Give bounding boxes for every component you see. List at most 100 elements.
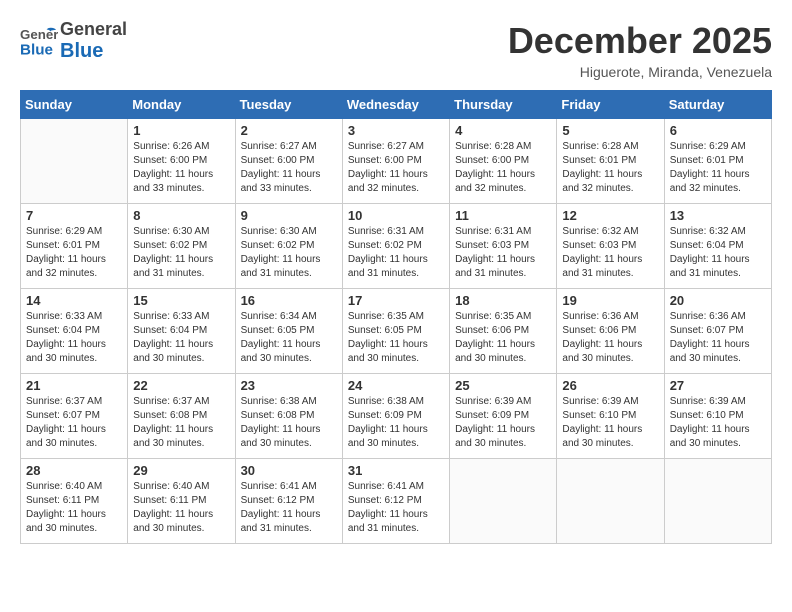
day-number: 26	[562, 378, 658, 393]
calendar-cell: 6 Sunrise: 6:29 AMSunset: 6:01 PMDaylight…	[664, 119, 771, 204]
day-number: 3	[348, 123, 444, 138]
day-info: Sunrise: 6:39 AMSunset: 6:10 PMDaylight:…	[562, 395, 658, 451]
calendar-cell: 16Sunrise: 6:34 AMSunset: 6:05 PMDayligh…	[235, 289, 342, 374]
calendar-cell: 19 Sunrise: 6:36 AMSunset: 6:06 PMDayligh…	[557, 289, 664, 374]
day-info: Sunrise: 6:36 AMSunset: 6:06 PMDaylight:…	[562, 310, 658, 366]
calendar-cell: 1 Sunrise: 6:26 AMSunset: 6:00 PMDaylight…	[128, 119, 235, 204]
calendar-cell: 31 Sunrise: 6:41 AMSunset: 6:12 PMDayligh…	[342, 459, 449, 544]
calendar-cell: 5 Sunrise: 6:28 AMSunset: 6:01 PMDaylight…	[557, 119, 664, 204]
calendar-cell	[557, 459, 664, 544]
day-of-week-header: Friday	[557, 91, 664, 119]
location-text: Higuerote, Miranda, Venezuela	[508, 64, 772, 80]
calendar-week-row: 7 Sunrise: 6:29 AMSunset: 6:01 PMDaylight…	[21, 204, 772, 289]
day-number: 11	[455, 208, 551, 223]
day-number: 30	[241, 463, 337, 478]
day-info: Sunrise: 6:36 AMSunset: 6:07 PMDaylight:…	[670, 310, 766, 366]
day-info: Sunrise: 6:26 AMSunset: 6:00 PMDaylight:…	[133, 140, 229, 196]
calendar-cell: 11 Sunrise: 6:31 AMSunset: 6:03 PMDayligh…	[450, 204, 557, 289]
day-info: Sunrise: 6:37 AMSunset: 6:08 PMDaylight:…	[133, 395, 229, 451]
day-info: Sunrise: 6:29 AMSunset: 6:01 PMDaylight:…	[670, 140, 766, 196]
calendar-cell: 28Sunrise: 6:40 AMSunset: 6:11 PMDayligh…	[21, 459, 128, 544]
calendar-cell: 26 Sunrise: 6:39 AMSunset: 6:10 PMDayligh…	[557, 374, 664, 459]
calendar-cell: 21Sunrise: 6:37 AMSunset: 6:07 PMDayligh…	[21, 374, 128, 459]
calendar-cell: 10Sunrise: 6:31 AMSunset: 6:02 PMDayligh…	[342, 204, 449, 289]
day-info: Sunrise: 6:32 AMSunset: 6:03 PMDaylight:…	[562, 225, 658, 281]
day-number: 10	[348, 208, 444, 223]
logo-blue-text: Blue	[60, 40, 127, 62]
day-number: 2	[241, 123, 337, 138]
calendar-cell: 25Sunrise: 6:39 AMSunset: 6:09 PMDayligh…	[450, 374, 557, 459]
day-of-week-header: Monday	[128, 91, 235, 119]
day-number: 29	[133, 463, 229, 478]
day-number: 19	[562, 293, 658, 308]
day-info: Sunrise: 6:31 AMSunset: 6:03 PMDaylight:…	[455, 225, 551, 281]
calendar-cell	[450, 459, 557, 544]
calendar-week-row: 1 Sunrise: 6:26 AMSunset: 6:00 PMDaylight…	[21, 119, 772, 204]
day-info: Sunrise: 6:33 AMSunset: 6:04 PMDaylight:…	[26, 310, 122, 366]
day-of-week-header: Thursday	[450, 91, 557, 119]
calendar-week-row: 14 Sunrise: 6:33 AMSunset: 6:04 PMDayligh…	[21, 289, 772, 374]
calendar-cell: 22Sunrise: 6:37 AMSunset: 6:08 PMDayligh…	[128, 374, 235, 459]
day-number: 7	[26, 208, 122, 223]
calendar-cell: 9 Sunrise: 6:30 AMSunset: 6:02 PMDaylight…	[235, 204, 342, 289]
day-number: 28	[26, 463, 122, 478]
day-number: 14	[26, 293, 122, 308]
page-header: General Blue General Blue December 2025 …	[20, 20, 772, 80]
day-info: Sunrise: 6:30 AMSunset: 6:02 PMDaylight:…	[241, 225, 337, 281]
calendar-body: 1 Sunrise: 6:26 AMSunset: 6:00 PMDaylight…	[21, 119, 772, 544]
days-of-week-row: SundayMondayTuesdayWednesdayThursdayFrid…	[21, 91, 772, 119]
calendar-cell: 18Sunrise: 6:35 AMSunset: 6:06 PMDayligh…	[450, 289, 557, 374]
calendar-cell: 29 Sunrise: 6:40 AMSunset: 6:11 PMDayligh…	[128, 459, 235, 544]
logo-icon: General Blue	[20, 22, 58, 60]
calendar-cell: 4Sunrise: 6:28 AMSunset: 6:00 PMDaylight…	[450, 119, 557, 204]
day-info: Sunrise: 6:35 AMSunset: 6:05 PMDaylight:…	[348, 310, 444, 366]
calendar-week-row: 21Sunrise: 6:37 AMSunset: 6:07 PMDayligh…	[21, 374, 772, 459]
month-title: December 2025	[508, 20, 772, 62]
calendar-cell: 17 Sunrise: 6:35 AMSunset: 6:05 PMDayligh…	[342, 289, 449, 374]
day-number: 17	[348, 293, 444, 308]
day-info: Sunrise: 6:38 AMSunset: 6:08 PMDaylight:…	[241, 395, 337, 451]
day-info: Sunrise: 6:30 AMSunset: 6:02 PMDaylight:…	[133, 225, 229, 281]
calendar-table: SundayMondayTuesdayWednesdayThursdayFrid…	[20, 90, 772, 544]
day-number: 12	[562, 208, 658, 223]
day-info: Sunrise: 6:41 AMSunset: 6:12 PMDaylight:…	[348, 480, 444, 536]
day-info: Sunrise: 6:41 AMSunset: 6:12 PMDaylight:…	[241, 480, 337, 536]
logo-text: General Blue	[60, 20, 127, 62]
day-info: Sunrise: 6:40 AMSunset: 6:11 PMDaylight:…	[133, 480, 229, 536]
day-info: Sunrise: 6:37 AMSunset: 6:07 PMDaylight:…	[26, 395, 122, 451]
day-of-week-header: Tuesday	[235, 91, 342, 119]
day-number: 15	[133, 293, 229, 308]
calendar-cell: 2 Sunrise: 6:27 AMSunset: 6:00 PMDaylight…	[235, 119, 342, 204]
title-section: December 2025 Higuerote, Miranda, Venezu…	[508, 20, 772, 80]
calendar-cell	[664, 459, 771, 544]
day-number: 20	[670, 293, 766, 308]
calendar-week-row: 28 Sunrise: 6:40 AMSunset: 6:11 PMDayligh…	[21, 459, 772, 544]
day-number: 27	[670, 378, 766, 393]
calendar-cell: 12 Sunrise: 6:32 AMSunset: 6:03 PMDayligh…	[557, 204, 664, 289]
logo-general-text: General	[60, 20, 127, 40]
calendar-cell	[21, 119, 128, 204]
calendar-cell: 24Sunrise: 6:38 AMSunset: 6:09 PMDayligh…	[342, 374, 449, 459]
day-number: 16	[241, 293, 337, 308]
day-number: 9	[241, 208, 337, 223]
day-number: 24	[348, 378, 444, 393]
day-number: 1	[133, 123, 229, 138]
day-number: 5	[562, 123, 658, 138]
day-number: 6	[670, 123, 766, 138]
day-number: 31	[348, 463, 444, 478]
day-info: Sunrise: 6:32 AMSunset: 6:04 PMDaylight:…	[670, 225, 766, 281]
day-info: Sunrise: 6:29 AMSunset: 6:01 PMDaylight:…	[26, 225, 122, 281]
day-of-week-header: Sunday	[21, 91, 128, 119]
day-number: 23	[241, 378, 337, 393]
day-info: Sunrise: 6:28 AMSunset: 6:00 PMDaylight:…	[455, 140, 551, 196]
day-info: Sunrise: 6:33 AMSunset: 6:04 PMDaylight:…	[133, 310, 229, 366]
day-info: Sunrise: 6:28 AMSunset: 6:01 PMDaylight:…	[562, 140, 658, 196]
day-number: 25	[455, 378, 551, 393]
calendar-cell: 23 Sunrise: 6:38 AMSunset: 6:08 PMDayligh…	[235, 374, 342, 459]
calendar-cell: 30 Sunrise: 6:41 AMSunset: 6:12 PMDayligh…	[235, 459, 342, 544]
day-info: Sunrise: 6:39 AMSunset: 6:10 PMDaylight:…	[670, 395, 766, 451]
calendar-cell: 3Sunrise: 6:27 AMSunset: 6:00 PMDaylight…	[342, 119, 449, 204]
calendar-header: SundayMondayTuesdayWednesdayThursdayFrid…	[21, 91, 772, 119]
day-number: 8	[133, 208, 229, 223]
day-info: Sunrise: 6:27 AMSunset: 6:00 PMDaylight:…	[241, 140, 337, 196]
